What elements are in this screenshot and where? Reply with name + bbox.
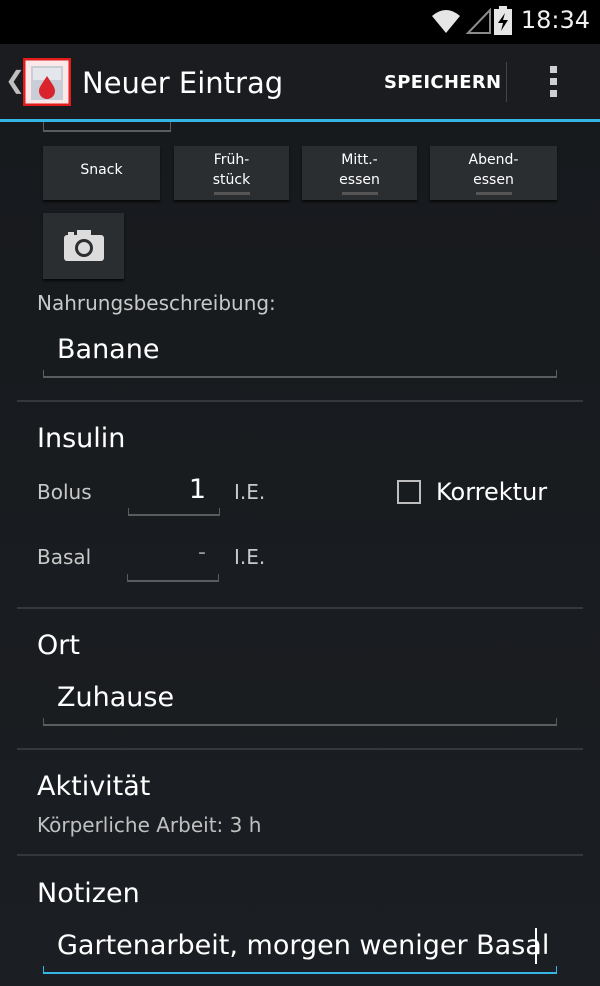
entry-form[interactable]: Snack Früh- stück Mitt.- essen Abend- es… — [0, 122, 600, 986]
partial-field-above[interactable] — [43, 122, 171, 132]
insulin-section-title: Insulin — [37, 423, 126, 454]
correction-label[interactable]: Korrektur — [436, 478, 547, 506]
bolus-input[interactable]: 1 — [128, 474, 206, 505]
meal-button-lunch[interactable]: Mitt.- essen — [302, 146, 417, 200]
basal-input[interactable]: - — [128, 540, 206, 565]
activity-section-title[interactable]: Aktivität — [37, 771, 150, 802]
clock: 18:34 — [520, 6, 590, 34]
food-description-underline — [43, 370, 557, 378]
signal-icons — [432, 6, 512, 35]
section-divider — [17, 607, 583, 609]
meal-button-indicator — [475, 192, 512, 195]
section-divider — [17, 748, 583, 750]
food-description-input[interactable]: Banane — [57, 334, 159, 365]
location-section-title: Ort — [37, 630, 80, 661]
meal-button-label: Mitt.- essen — [339, 152, 380, 188]
meal-button-snack[interactable]: Snack — [43, 146, 160, 200]
notes-input[interactable]: Gartenarbeit, morgen weniger Basal — [57, 930, 549, 961]
battery-charging-icon — [494, 6, 512, 35]
activity-summary[interactable]: Körperliche Arbeit: 3 h — [37, 813, 261, 837]
app-logo-icon[interactable] — [23, 58, 71, 106]
basal-unit: I.E. — [234, 545, 266, 569]
camera-icon — [64, 230, 104, 261]
basal-label: Basal — [37, 545, 92, 569]
location-input[interactable]: Zuhause — [57, 682, 174, 713]
meal-button-label: Snack — [80, 162, 123, 178]
notes-underline — [43, 966, 557, 974]
meal-button-breakfast[interactable]: Früh- stück — [174, 146, 289, 200]
location-underline — [43, 718, 557, 726]
correction-checkbox[interactable] — [397, 480, 421, 504]
meal-button-dinner[interactable]: Abend- essen — [430, 146, 557, 200]
cellular-signal-icon — [465, 7, 491, 34]
section-divider — [17, 854, 583, 856]
meal-button-label: Abend- essen — [468, 152, 519, 188]
meal-button-label: Früh- stück — [212, 152, 251, 188]
meal-button-indicator — [213, 192, 250, 195]
page-title: Neuer Eintrag — [82, 66, 284, 100]
camera-button[interactable] — [43, 213, 124, 279]
overflow-menu-icon[interactable] — [546, 66, 560, 100]
basal-underline — [127, 574, 219, 582]
bolus-label: Bolus — [37, 480, 92, 504]
wifi-icon — [432, 10, 460, 33]
action-bar: ❮ Neuer Eintrag SPEICHERN — [0, 44, 600, 120]
notes-section-title: Notizen — [37, 878, 140, 909]
bolus-underline — [128, 508, 220, 516]
status-bar: 18:34 — [0, 0, 600, 44]
save-button[interactable]: SPEICHERN — [384, 72, 501, 93]
action-divider — [506, 62, 507, 102]
meal-button-indicator — [341, 192, 378, 195]
food-description-label: Nahrungsbeschreibung: — [37, 291, 276, 315]
text-cursor — [535, 928, 537, 964]
section-divider — [17, 400, 583, 402]
bolus-unit: I.E. — [234, 480, 266, 504]
